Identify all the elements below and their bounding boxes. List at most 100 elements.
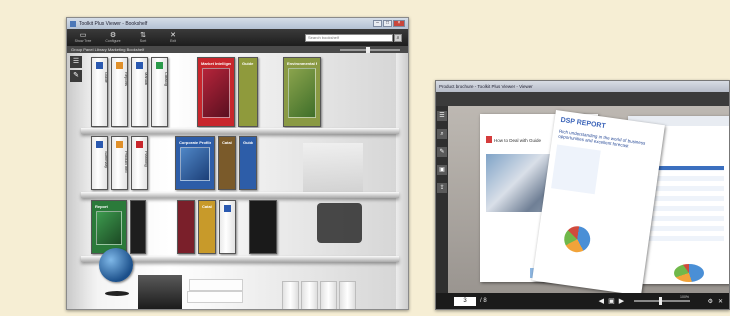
- toolbar-label: Exit: [170, 39, 176, 43]
- close-button[interactable]: ×: [393, 20, 405, 27]
- list-view-icon[interactable]: ☰: [70, 56, 82, 68]
- window-title: Product brochure - Toolkit Plus Viewer -…: [439, 84, 533, 89]
- book-title: Guide: [242, 61, 254, 66]
- show-tree-button[interactable]: ▭ Show Tree: [73, 31, 93, 45]
- breadcrumb[interactable]: Group Panel Library Marketing Bookshelf: [71, 46, 144, 53]
- book[interactable]: Summary: [91, 136, 108, 190]
- book[interactable]: Corporate Profile: [175, 136, 215, 190]
- document-viewport[interactable]: How to Deal with Guide Table 1 DSP REPOR…: [448, 106, 729, 293]
- pie-graphic: [562, 224, 592, 254]
- share-icon[interactable]: ⇪: [437, 183, 447, 193]
- search-icon[interactable]: ⌕: [437, 129, 447, 139]
- window-title: Toolkit Plus Viewer - Bookshelf: [79, 20, 148, 27]
- book-title: Manual: [144, 72, 148, 86]
- binder[interactable]: [282, 281, 299, 309]
- book-cover-image: [96, 211, 122, 245]
- book[interactable]: Report: [91, 200, 127, 254]
- globe: [99, 248, 133, 282]
- shelf-side-right: [396, 53, 408, 309]
- toolbar-label: Configure: [105, 39, 121, 43]
- book[interactable]: [249, 200, 277, 254]
- background-window: [303, 143, 363, 193]
- book[interactable]: Guide: [91, 57, 108, 127]
- book[interactable]: Manual: [131, 57, 148, 127]
- maximize-button[interactable]: □: [383, 20, 392, 27]
- pen-icon[interactable]: ✎: [437, 147, 447, 157]
- book[interactable]: Environmental Report: [283, 57, 321, 127]
- prev-page-icon[interactable]: ◀: [599, 297, 604, 305]
- page-thumb-icon[interactable]: ▣: [608, 297, 615, 305]
- book[interactable]: Product Info: [111, 136, 128, 190]
- search-icon[interactable]: ⌕: [394, 33, 402, 42]
- page-title: How to Deal with Guide: [494, 138, 542, 143]
- book-title: Summary: [104, 151, 108, 169]
- book-title: Market Intelligence: [201, 61, 231, 66]
- sort-icon: ⇅: [140, 32, 146, 39]
- pen-icon[interactable]: ✎: [70, 70, 82, 82]
- paper-stack: [189, 279, 243, 291]
- configure-button[interactable]: ⚙ Configure: [103, 31, 123, 45]
- toolbar-label: Show Tree: [74, 39, 92, 43]
- book[interactable]: Guide: [239, 136, 257, 190]
- monitor-icon: ▭: [79, 32, 87, 39]
- book-title: Report: [95, 204, 108, 209]
- section-marker: [486, 136, 492, 143]
- book[interactable]: [130, 200, 146, 254]
- close-icon: ✕: [170, 32, 176, 39]
- zoom-label: 100%: [680, 295, 689, 299]
- configure-icon[interactable]: ⚙: [708, 298, 713, 305]
- page-navigation: ◀ ▣ ▶: [599, 297, 624, 305]
- side-tools: ☰ ✎: [70, 56, 84, 84]
- image-icon[interactable]: ▣: [437, 165, 447, 175]
- page-header: DSP REPORT: [560, 116, 607, 131]
- sort-button[interactable]: ⇅ Sort: [133, 31, 153, 45]
- book[interactable]: Planning: [131, 136, 148, 190]
- binder[interactable]: [301, 281, 318, 309]
- book[interactable]: Catalog: [151, 57, 168, 127]
- page-text-block: [551, 144, 601, 195]
- book[interactable]: [177, 200, 195, 254]
- next-page-icon[interactable]: ▶: [619, 297, 624, 305]
- book-cover-image: [180, 147, 210, 181]
- zoom-slider[interactable]: [634, 297, 691, 305]
- book[interactable]: Catalog: [198, 200, 216, 254]
- exit-icon[interactable]: ✕: [718, 298, 723, 305]
- title-bar: Toolkit Plus Viewer - Bookshelf – □ ×: [67, 18, 408, 29]
- book[interactable]: Guide: [238, 57, 258, 127]
- book[interactable]: [219, 200, 236, 254]
- shelf-plank: [81, 128, 399, 134]
- binder[interactable]: [320, 281, 337, 309]
- left-toolbar: ☰ ⌕ ✎ ▣ ⇪: [436, 106, 448, 293]
- app-icon: [70, 20, 76, 27]
- book-title: Environmental Report: [287, 61, 317, 66]
- toolbar: ▭ Show Tree ⚙ Configure ⇅ Sort ✕ Exit Se…: [67, 29, 408, 46]
- exit-button[interactable]: ✕ Exit: [163, 31, 183, 45]
- paper-stack: [187, 291, 243, 303]
- zoom-slider[interactable]: [340, 46, 400, 53]
- book[interactable]: Catalog: [218, 136, 236, 190]
- storage-box: [138, 275, 182, 309]
- binder[interactable]: [339, 281, 356, 309]
- zoom-slider-handle[interactable]: [366, 46, 370, 53]
- top-toolbar: [436, 92, 729, 106]
- viewer-window: Product brochure - Toolkit Plus Viewer -…: [435, 80, 730, 310]
- search-input[interactable]: Search bookshelf: [305, 33, 393, 42]
- list-view-icon[interactable]: ☰: [437, 111, 447, 121]
- book-title: Product Info: [124, 151, 128, 173]
- minimize-button[interactable]: –: [373, 20, 382, 27]
- toolbar-label: Sort: [139, 39, 147, 43]
- book[interactable]: Reports: [111, 57, 128, 127]
- book-title: Catalog: [202, 204, 212, 209]
- breadcrumb-bar: Group Panel Library Marketing Bookshelf: [67, 46, 408, 53]
- pie-graphic: [674, 264, 704, 282]
- bottom-buttons: ⚙ ✕: [708, 298, 723, 305]
- zoom-slider-handle[interactable]: [659, 297, 663, 305]
- book-title: Corporate Profile: [179, 140, 211, 145]
- globe-stand: [105, 291, 129, 296]
- page-total: / 8: [480, 298, 487, 304]
- background-chair: [317, 203, 362, 243]
- book[interactable]: Market Intelligence: [197, 57, 235, 127]
- gear-icon: ⚙: [109, 32, 117, 39]
- page-number-input[interactable]: 3: [454, 296, 476, 306]
- bottom-bar: 3 / 8 ◀ ▣ ▶ 100% ⚙ ✕: [436, 293, 729, 309]
